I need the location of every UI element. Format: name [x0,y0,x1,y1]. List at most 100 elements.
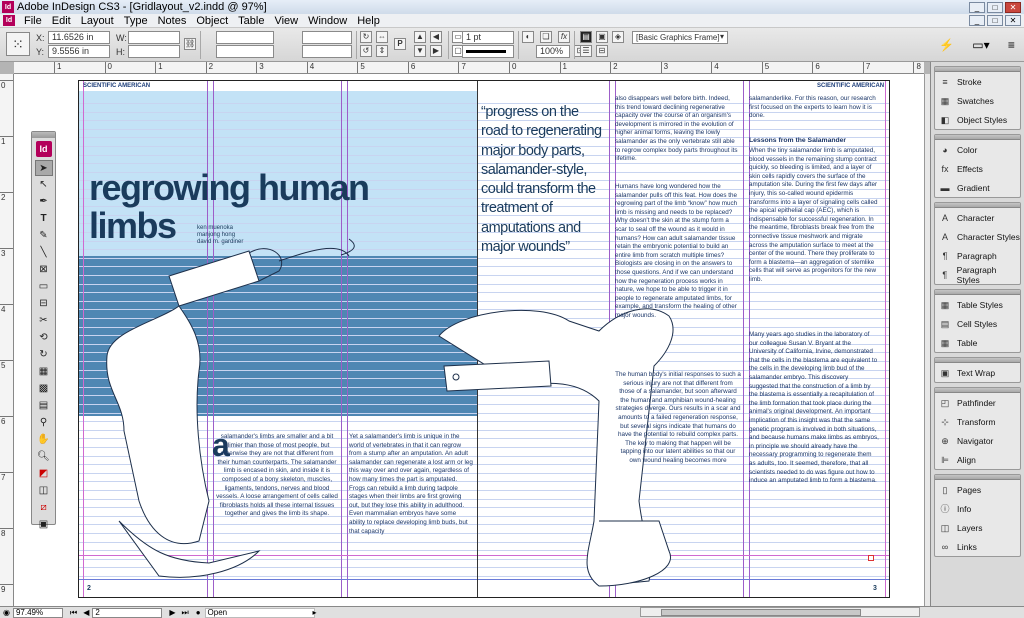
rectangle-tool-icon[interactable]: ▭ [35,279,53,295]
menu-help[interactable]: Help [352,15,385,27]
eyedropper-tool-icon[interactable]: ⚲ [35,415,53,431]
horizontal-scrollbar[interactable] [640,607,920,617]
object-style-select[interactable]: [Basic Graphics Frame] [632,31,728,44]
body-column-4a[interactable]: salamanderlike. For this reason, our res… [749,95,879,121]
panel-menu-icon[interactable]: ≡ [1008,38,1015,52]
panel-tab-swatches[interactable]: ▦ Swatches [935,91,1020,110]
panel-tab-stroke[interactable]: ≡ Stroke [935,72,1020,91]
first-page-icon[interactable]: ⏮ [70,608,77,618]
panel-tab-table[interactable]: ▦ Table [935,333,1020,352]
horizontal-ruler[interactable]: 1 0 1 2 3 4 5 6 7 0 1 2 3 4 5 6 7 8 [14,62,924,74]
menu-type[interactable]: Type [119,15,153,27]
stroke-type-select[interactable] [462,45,514,58]
line-tool-icon[interactable]: ╲ [35,245,53,261]
menu-table[interactable]: Table [233,15,269,27]
panel-tab-pathfinder[interactable]: ◰ Pathfinder [935,393,1020,412]
selection-tool-icon[interactable]: ➤ [34,160,53,176]
gradient-feather-tool-icon[interactable]: ▩ [35,381,53,397]
horizontal-scroll-thumb[interactable] [661,609,861,616]
body-column-3b[interactable]: Humans have long wondered how the salama… [615,183,741,321]
close-button[interactable]: ✕ [1005,1,1021,13]
text-wrap-next-column-icon[interactable]: ⊟ [596,45,608,57]
panel-tab-character-styles[interactable]: A Character Styles [935,227,1020,246]
body-column-4b[interactable]: When the tiny salamander limb is amputat… [749,147,879,285]
panel-tab-table-styles[interactable]: ▦ Table Styles [935,295,1020,314]
previous-page-icon[interactable]: ◀ [83,608,89,617]
free-transform-tool-icon[interactable]: ⟲ [35,330,53,346]
panel-tab-text-wrap[interactable]: ▣ Text Wrap [935,363,1020,382]
menu-object[interactable]: Object [191,15,233,27]
rotate-cw-icon[interactable]: ↻ [360,31,372,43]
text-wrap-shape-icon[interactable]: ◈ [612,31,624,43]
document-canvas[interactable]: SCIENTIFIC AMERICAN SCIENTIFIC AMERICAN … [14,74,924,606]
y-position-field[interactable]: 9.5556 in [48,45,110,58]
stroke-weight-field[interactable]: 1 pt [462,31,514,44]
flip-vertical-icon[interactable]: ⇕ [376,45,388,57]
scissors-tool-icon[interactable]: ✂ [35,313,53,329]
type-tool-icon[interactable]: T [35,211,53,227]
rotation-field[interactable] [302,31,352,44]
menu-file[interactable]: File [19,15,47,27]
gradient-tool-icon[interactable]: ▦ [35,364,53,380]
overset-text-marker[interactable] [868,555,874,561]
eye-icon[interactable]: ◉ [3,608,10,617]
menu-window[interactable]: Window [303,15,352,27]
fill-stroke-icon[interactable]: ◩ [35,466,53,482]
preflight-icon[interactable]: ● [196,608,201,617]
direct-selection-tool-icon[interactable]: ↖ [35,177,53,193]
menu-layout[interactable]: Layout [76,15,119,27]
next-object-icon[interactable]: ▶ [430,45,442,57]
scale-y-field[interactable] [216,45,274,58]
body-column-2[interactable]: Yet a salamander's limb is unique in the… [349,433,473,536]
body-column-1[interactable]: salamander's limbs are smaller and a bit… [215,433,339,519]
note-tool-icon[interactable]: ▤ [35,398,53,414]
next-page-icon[interactable]: ▶ [169,608,175,617]
body-column-3a[interactable]: also disappears well before birth. Indee… [615,95,741,164]
status-menu-icon[interactable]: ▸ [313,608,317,617]
scale-x-field[interactable] [216,31,274,44]
select-container-icon[interactable]: ▲ [414,31,426,43]
doc-close-button[interactable]: ✕ [1005,15,1021,26]
zoom-tool-icon[interactable]: 🔍︎ [35,449,53,465]
panel-tab-paragraph-styles[interactable]: ¶ Paragraph Styles [935,265,1020,285]
maximize-button[interactable]: □ [987,1,1003,13]
width-field[interactable] [128,31,180,44]
menu-edit[interactable]: Edit [47,15,76,27]
panel-tab-effects[interactable]: fx Effects [935,159,1020,178]
panel-tab-object-styles[interactable]: ◧ Object Styles [935,110,1020,129]
panel-tab-gradient[interactable]: ▬ Gradient [935,178,1020,197]
body-column-4c[interactable]: Many years ago studies in the laboratory… [749,331,879,486]
lightning-icon[interactable]: ⚡ [939,38,954,52]
select-content-icon[interactable]: ▼ [414,45,426,57]
flip-horizontal-icon[interactable]: ⇔ [376,31,388,43]
page-spread[interactable]: SCIENTIFIC AMERICAN SCIENTIFIC AMERICAN … [78,80,890,598]
previous-object-icon[interactable]: ◀ [430,31,442,43]
pen-tool-icon[interactable]: ✒ [35,194,53,210]
panel-tab-transform[interactable]: ⊹ Transform [935,412,1020,431]
menu-view[interactable]: View [269,15,303,27]
vertical-ruler[interactable]: 0 1 2 3 4 5 6 7 8 9 [0,74,14,606]
page-field[interactable]: 2 [92,607,163,618]
path-direction-icon[interactable]: P [394,38,406,50]
opacity-field[interactable]: 100% [536,45,570,58]
chevron-down-icon[interactable]: ▾ [716,32,728,44]
text-wrap-none-icon[interactable]: ▤ [580,31,592,43]
drop-shadow-icon[interactable]: ❏ [540,31,552,43]
panel-tab-links[interactable]: ∞ Links [935,537,1020,556]
menu-notes[interactable]: Notes [153,15,192,27]
document-icon[interactable]: Id [3,15,15,26]
rectangle-frame-tool-icon[interactable]: ⊠ [35,262,53,278]
tools-grip[interactable] [32,132,55,138]
minimize-button[interactable]: _ [969,1,985,13]
rotate-ccw-icon[interactable]: ↺ [360,45,372,57]
rotate-tool-icon[interactable]: ↻ [35,347,53,363]
last-page-icon[interactable]: ⏭ [182,608,189,618]
panel-tab-navigator[interactable]: ⊕ Navigator [935,431,1020,450]
hand-tool-icon[interactable]: ✋ [35,432,53,448]
x-position-field[interactable]: 11.6526 in [48,31,110,44]
panel-tab-pages[interactable]: ▯ Pages [935,480,1020,499]
workspace-switch-icon[interactable]: ▭▾ [972,38,989,52]
reference-point-icon[interactable]: ⁙ [6,32,30,56]
formatting-affects-icon[interactable]: ◫ [35,483,53,499]
doc-minimize-button[interactable]: _ [969,15,985,26]
